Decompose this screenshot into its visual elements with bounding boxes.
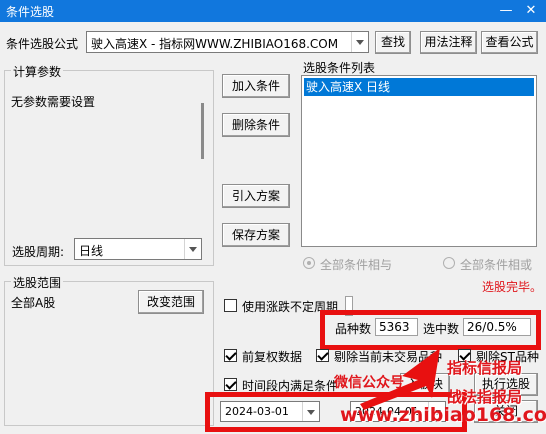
change-range-button[interactable]: 改变范围 <box>138 290 204 314</box>
or-radio-label: 全部条件相或 <box>460 258 533 272</box>
watermark-site: www.zhibiao168.com <box>340 404 546 426</box>
range-value: 全部A股 <box>11 296 56 310</box>
delete-condition-button[interactable]: 删除条件 <box>222 113 290 137</box>
formula-select-value: 驶入高速X - 指标网WWW.ZHIBIAO168.COM <box>91 37 339 51</box>
and-radio[interactable] <box>303 257 315 269</box>
add-condition-button[interactable]: 加入条件 <box>222 74 290 98</box>
usage-notes-button[interactable]: 用法注释 <box>420 31 477 54</box>
range-group-title: 选股范围 <box>11 274 64 291</box>
view-formula-button[interactable]: 查看公式 <box>481 31 538 54</box>
close-icon[interactable]: ✕ <box>521 1 541 21</box>
period-label: 选股周期: <box>12 245 65 259</box>
count-label: 品种数 <box>335 322 372 336</box>
find-button[interactable]: 查找 <box>375 31 411 54</box>
fq-checkbox[interactable] <box>224 349 237 362</box>
list-item[interactable]: 驶入高速X 日线 <box>304 78 534 96</box>
params-group-title: 计算参数 <box>11 63 64 80</box>
params-text: 无参数需要设置 <box>11 95 96 109</box>
selected-label: 选中数 <box>423 322 460 336</box>
count-value: 5363 <box>375 318 418 336</box>
period-select-value: 日线 <box>79 244 104 258</box>
watermark-brand-line1: 指标信报局 <box>447 359 523 377</box>
params-group: 计算参数 无参数需要设置 选股周期: 日线 <box>4 63 214 266</box>
title-bar: 条件选股 — ✕ <box>0 0 546 22</box>
params-scrollbar[interactable] <box>201 103 204 159</box>
status-text: 选股完毕。 <box>482 280 543 294</box>
range-group: 选股范围 全部A股 改变范围 <box>4 274 214 426</box>
start-date-value: 2024-03-01 <box>225 405 289 418</box>
condition-list-title: 选股条件列表 <box>303 61 376 75</box>
save-scheme-button[interactable]: 保存方案 <box>222 223 290 247</box>
condition-list[interactable]: 驶入高速X 日线 <box>301 75 537 247</box>
minimize-icon[interactable]: — <box>496 1 516 21</box>
time-range-checkbox[interactable] <box>224 378 237 391</box>
period-select[interactable]: 日线 <box>74 238 202 260</box>
chevron-down-icon[interactable] <box>351 32 368 52</box>
use-change-period-checkbox[interactable] <box>224 299 237 312</box>
formula-label: 条件选股公式 <box>6 37 79 51</box>
chevron-down-icon[interactable] <box>184 239 201 259</box>
import-scheme-button[interactable]: 引入方案 <box>222 184 290 208</box>
selected-value: 26/0.5% <box>463 318 531 336</box>
watermark-wechat: 微信公众号 <box>334 375 404 391</box>
or-radio[interactable] <box>443 257 455 269</box>
formula-select[interactable]: 驶入高速X - 指标网WWW.ZHIBIAO168.COM <box>86 31 369 53</box>
and-radio-label: 全部条件相与 <box>320 258 393 272</box>
window-title: 条件选股 <box>6 5 55 19</box>
